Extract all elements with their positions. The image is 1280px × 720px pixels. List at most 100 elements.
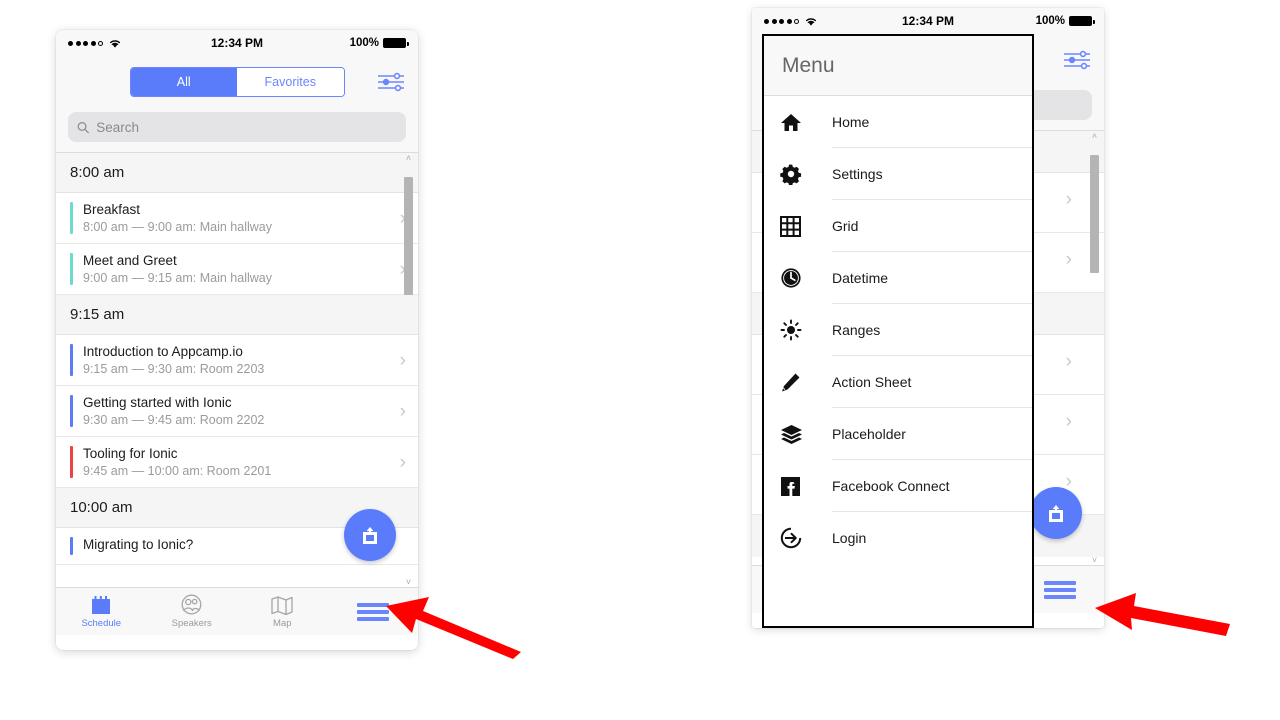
menu-item-label: Placeholder: [832, 408, 1032, 460]
chevron-right-icon: ›: [1065, 471, 1072, 492]
share-fab-button[interactable]: [344, 509, 396, 561]
schedule-row[interactable]: Tooling for Ionic 9:45 am — 10:00 am: Ro…: [56, 437, 418, 488]
row-subtitle: 9:15 am — 9:30 am: Room 2203: [83, 362, 265, 376]
menu-item-label: Home: [832, 96, 1032, 148]
menu-item-label: Settings: [832, 148, 1032, 200]
menu-item-label: Datetime: [832, 252, 1032, 304]
search-input[interactable]: [96, 119, 397, 135]
menu-item-label: Ranges: [832, 304, 1032, 356]
row-subtitle: 9:45 am — 10:00 am: Room 2201: [83, 464, 272, 478]
row-color-bar: [70, 537, 73, 555]
grid-icon: [780, 215, 820, 237]
arrow-to-right-phone-menu-button: [1095, 593, 1230, 636]
scrollbar-track[interactable]: [404, 163, 413, 577]
scroll-down-arrow-icon[interactable]: ˅: [1092, 555, 1097, 565]
status-bar-right-group: 100%: [349, 37, 409, 49]
row-title: Tooling for Ionic: [83, 446, 178, 461]
row-title: Getting started with Ionic: [83, 395, 232, 410]
chevron-right-icon: ›: [1065, 189, 1072, 210]
menu-item-settings[interactable]: Settings: [764, 148, 1032, 200]
menu-item-datetime[interactable]: Datetime: [764, 252, 1032, 304]
status-bar-right-group: 100%: [1035, 15, 1095, 27]
row-title: Breakfast: [83, 202, 141, 217]
gear-icon: [780, 163, 820, 185]
wifi-icon: [109, 39, 121, 48]
brightness-sun-icon: [780, 319, 820, 341]
menu-item-login[interactable]: Login: [764, 512, 1032, 564]
menu-item-grid[interactable]: Grid: [764, 200, 1032, 252]
scroll-down-arrow-icon[interactable]: ˅: [406, 577, 411, 587]
wifi-icon: [805, 17, 817, 26]
filter-sliders-icon[interactable]: [376, 69, 406, 95]
app-header: All Favorites: [56, 56, 418, 108]
row-text: Introduction to Appcamp.io 9:15 am — 9:3…: [83, 344, 392, 376]
calendar-icon: [92, 595, 111, 614]
segment-all[interactable]: All: [130, 68, 237, 96]
row-subtitle: 9:30 am — 9:45 am: Room 2202: [83, 413, 265, 427]
menu-button[interactable]: [328, 600, 419, 624]
battery-percent: 100%: [349, 37, 379, 49]
scroll-up-arrow-icon[interactable]: ˄: [406, 153, 411, 163]
schedule-group-header: 8:00 am: [56, 153, 418, 193]
screenshot-stage: 12:34 PM 100% All Favorites Search 8:00 …: [0, 0, 1280, 720]
row-text: Meet and Greet 9:00 am — 9:15 am: Main h…: [83, 253, 392, 285]
tab-label: Map: [273, 617, 292, 629]
row-color-bar: [70, 202, 73, 234]
clock-icon: [780, 267, 820, 289]
schedule-row[interactable]: Breakfast 8:00 am — 9:00 am: Main hallwa…: [56, 193, 418, 244]
row-subtitle: 8:00 am — 9:00 am: Main hallway: [83, 220, 272, 234]
tab-map[interactable]: Map: [237, 595, 328, 629]
search-bar[interactable]: [68, 112, 406, 142]
tab-label: Speakers: [171, 618, 212, 629]
schedule-group-header: 9:15 am: [56, 295, 418, 335]
scroll-up-arrow-icon[interactable]: ˄: [1092, 131, 1097, 141]
filter-sliders-icon[interactable]: [1062, 47, 1092, 73]
hamburger-menu-icon: [1044, 578, 1076, 602]
status-bar-left-group: [764, 16, 818, 27]
schedule-list[interactable]: 8:00 am Breakfast 8:00 am — 9:00 am: Mai…: [56, 153, 418, 587]
row-text: Getting started with Ionic 9:30 am — 9:4…: [83, 395, 392, 427]
search-container: [56, 108, 418, 152]
menu-item-placeholder[interactable]: Placeholder: [764, 408, 1032, 460]
drawer-title: Menu: [764, 36, 1032, 96]
list-scrollbar[interactable]: ˄ ˅: [1089, 131, 1100, 565]
status-bar-right: 12:34 PM 100%: [752, 8, 1104, 34]
segment-favorites[interactable]: Favorites: [237, 68, 344, 96]
menu-item-facebook-connect[interactable]: Facebook Connect: [764, 460, 1032, 512]
row-color-bar: [70, 253, 73, 285]
battery-percent: 100%: [1035, 15, 1065, 27]
tab-schedule[interactable]: Schedule: [56, 595, 147, 629]
scrollbar-thumb[interactable]: [404, 177, 413, 295]
schedule-row[interactable]: Introduction to Appcamp.io 9:15 am — 9:3…: [56, 335, 418, 386]
menu-item-home[interactable]: Home: [764, 96, 1032, 148]
signal-dots-icon: [68, 40, 103, 46]
menu-drawer: Menu Home Settings Grid Datetime Ranges …: [762, 34, 1034, 628]
share-fab-button[interactable]: [1030, 487, 1082, 539]
row-text: Tooling for Ionic 9:45 am — 10:00 am: Ro…: [83, 446, 392, 478]
tab-speakers[interactable]: Speakers: [147, 594, 238, 629]
map-icon: [271, 595, 293, 615]
phone-left: 12:34 PM 100% All Favorites Search 8:00 …: [56, 30, 418, 650]
menu-item-label: Action Sheet: [832, 356, 1032, 408]
schedule-row[interactable]: Meet and Greet 9:00 am — 9:15 am: Main h…: [56, 244, 418, 295]
scrollbar-track[interactable]: [1090, 141, 1099, 555]
tab-bar: Schedule Speakers Map: [56, 587, 418, 635]
layers-icon: [780, 424, 820, 445]
search-icon: [77, 121, 89, 133]
menu-item-ranges[interactable]: Ranges: [764, 304, 1032, 356]
pencil-icon: [780, 372, 820, 393]
row-color-bar: [70, 395, 73, 427]
row-text: Breakfast 8:00 am — 9:00 am: Main hallwa…: [83, 202, 392, 234]
chevron-right-icon: ›: [1065, 249, 1072, 270]
scrollbar-thumb[interactable]: [1090, 155, 1099, 273]
status-bar-left-group: [68, 38, 122, 49]
row-title: Meet and Greet: [83, 253, 177, 268]
menu-item-action-sheet[interactable]: Action Sheet: [764, 356, 1032, 408]
list-scrollbar[interactable]: ˄ ˅: [403, 153, 414, 587]
menu-item-label: Grid: [832, 200, 1032, 252]
battery-icon: [383, 38, 409, 48]
tab-label: Schedule: [81, 617, 122, 629]
schedule-row[interactable]: Getting started with Ionic 9:30 am — 9:4…: [56, 386, 418, 437]
segment-control[interactable]: All Favorites: [129, 67, 345, 97]
battery-icon: [1069, 16, 1095, 26]
